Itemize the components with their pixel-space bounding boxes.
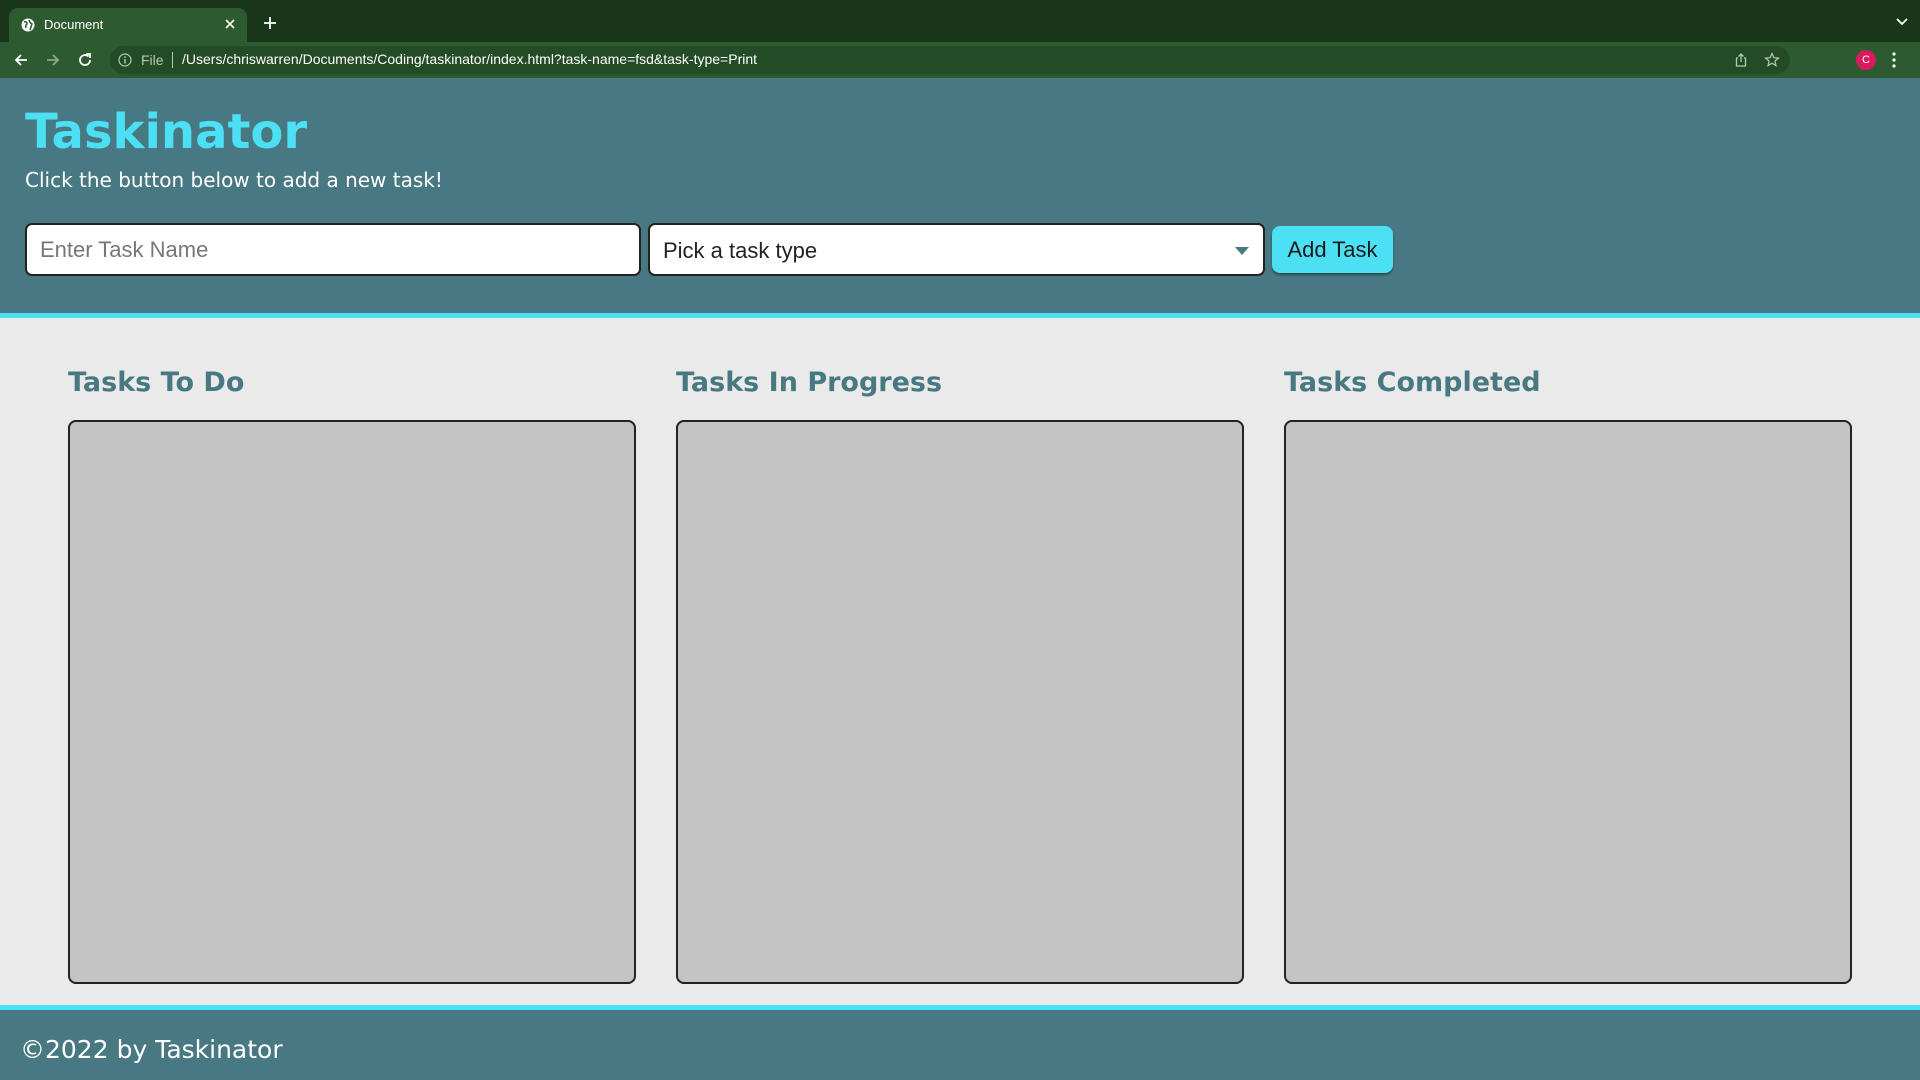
plus-icon[interactable] [262, 15, 278, 31]
avatar[interactable]: C [1856, 50, 1876, 70]
page-subtitle: Click the button below to add a new task… [25, 168, 443, 192]
close-icon[interactable] [222, 16, 238, 32]
page-title: Taskinator [25, 104, 308, 160]
reload-icon[interactable] [76, 51, 94, 69]
task-list-in-progress[interactable] [676, 420, 1244, 984]
add-task-button[interactable]: Add Task [1272, 226, 1393, 273]
share-icon[interactable] [1733, 52, 1749, 68]
page-footer: ©2022 by Taskinator [0, 1005, 1920, 1080]
kebab-menu-icon[interactable] [1891, 51, 1897, 69]
task-type-selected-value: Pick a task type [663, 238, 818, 263]
page-header: Taskinator Click the button below to add… [0, 78, 1920, 318]
address-scheme: File [141, 52, 164, 68]
forward-arrow-icon[interactable] [44, 51, 62, 69]
info-icon[interactable] [118, 53, 132, 67]
task-list-to-do[interactable] [68, 420, 636, 984]
browser-tab[interactable]: Document [9, 8, 247, 42]
task-list-completed[interactable] [1284, 420, 1852, 984]
footer-copyright: ©2022 by Taskinator [20, 1035, 283, 1064]
chevron-down-icon[interactable] [1896, 17, 1908, 27]
column-title-completed: Tasks Completed [1284, 367, 1541, 398]
globe-icon [21, 18, 35, 32]
task-name-input[interactable] [25, 223, 641, 276]
column-title-in-progress: Tasks In Progress [676, 367, 943, 398]
browser-toolbar: File /Users/chriswarren/Documents/Coding… [0, 42, 1920, 109]
browser-tab-strip: Document [0, 0, 1920, 42]
back-arrow-icon[interactable] [12, 51, 30, 69]
column-title-to-do: Tasks To Do [68, 367, 245, 398]
address-bar[interactable]: File /Users/chriswarren/Documents/Coding… [110, 46, 1790, 74]
address-url[interactable]: /Users/chriswarren/Documents/Coding/task… [182, 51, 757, 67]
dropdown-caret-icon [1235, 247, 1249, 255]
star-icon[interactable] [1764, 52, 1780, 68]
address-separator [172, 52, 173, 68]
tab-title: Document [44, 17, 104, 32]
task-type-select[interactable]: Pick a task type [648, 223, 1265, 276]
